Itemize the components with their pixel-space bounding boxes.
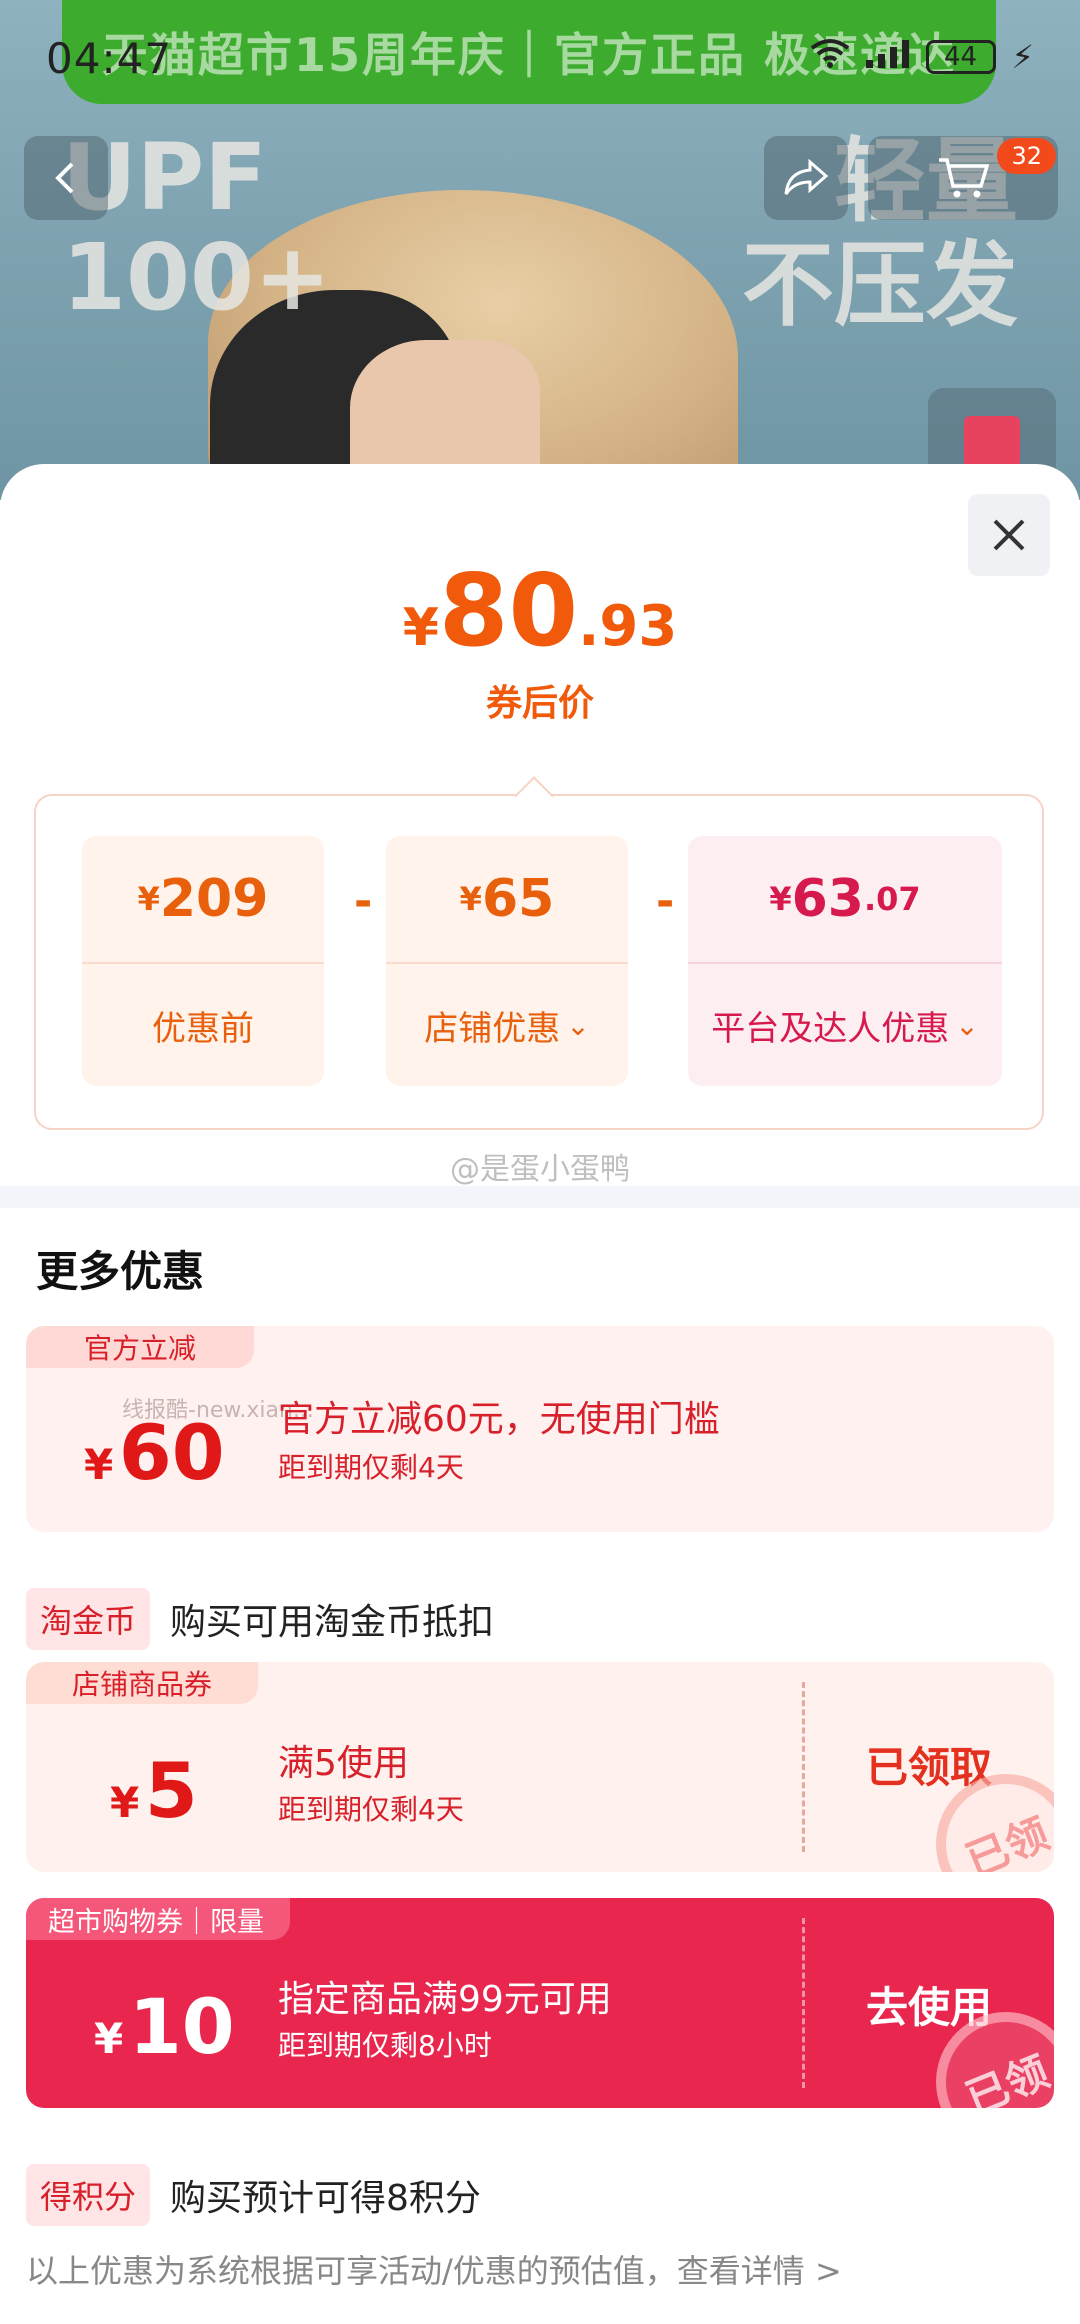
chevron-down-icon: ⌄ [566,1008,590,1042]
chevron-down-icon: ⌄ [955,1008,979,1042]
market-coupon: 超市购物券｜限量 ¥ 10 指定商品满99元可用 距到期仅剩8小时 去使用 已领 [26,1898,1054,2108]
coupon-amount: ¥ 10 [94,1982,235,2071]
original-price-card: ¥209 优惠前 [82,836,324,1086]
coupon-tag: 官方立减 [26,1326,255,1368]
share-icon [784,158,829,195]
coupon-expiry: 距到期仅剩4天 [278,1793,464,1826]
weibo-watermark: @是蛋小蛋鸭 [450,1152,630,1187]
platform-discount-value: 63 [791,869,864,929]
final-price-int: 80 [438,552,579,669]
coupon-desc: 满5使用 [278,1743,409,1784]
breakdown-notch [514,776,554,816]
final-price-label: 券后价 [485,683,594,724]
coupon-amount: ¥ 60 [84,1408,225,1497]
coupon-tag: 超市购物券｜限量 [26,1898,290,1940]
hero-text-no-press: 不压发 [741,232,1018,339]
coupon-expiry: 距到期仅剩8小时 [278,2029,492,2062]
charging-icon: ⚡ [1011,38,1034,76]
cart-icon [939,158,989,198]
status-time: 04:47 [46,34,173,83]
battery-icon: 44 [925,40,996,74]
minus-sign: - [656,876,675,927]
coupon-separator [802,1918,805,2088]
store-discount-value: 65 [481,869,555,929]
taojinbi-text: 购买可用淘金币抵扣 [170,1602,495,1643]
minus-sign: - [354,876,373,927]
coupon-amount: ¥ 5 [110,1746,198,1835]
store-coupon: 店铺商品券 ¥ 5 满5使用 距到期仅剩4天 已领取 已领 [26,1662,1054,1872]
wifi-icon [810,38,850,76]
share-button[interactable] [764,136,848,220]
discount-sheet: ¥80.93 券后价 ¥209 优惠前 - ¥65 店铺优惠 ⌄ - ¥63.07… [0,464,1080,2324]
cart-count-badge: 32 [997,138,1056,174]
taojinbi-badge: 淘金币 [26,1588,151,1650]
taojinbi-row: 淘金币 购买可用淘金币抵扣 [26,1588,494,1650]
coupon-expiry: 距到期仅剩4天 [278,1451,464,1484]
currency-symbol: ¥ [402,598,439,658]
more-offers-title: 更多优惠 [36,1247,205,1296]
section-divider [0,1186,1080,1208]
coupon-tag: 店铺商品券 [26,1662,259,1704]
platform-discount-card[interactable]: ¥63.07 平台及达人优惠 ⌄ [688,836,1002,1086]
points-badge: 得积分 [26,2164,151,2226]
coupon-separator [802,1682,805,1852]
final-price-dec: .93 [578,594,678,659]
platform-discount-label: 平台及达人优惠 [711,1008,950,1049]
store-discount-label: 店铺优惠 [424,1008,561,1049]
store-discount-card[interactable]: ¥65 店铺优惠 ⌄ [386,836,628,1086]
price-breakdown: ¥209 优惠前 - ¥65 店铺优惠 ⌄ - ¥63.07 平台及达人优惠 ⌄ [34,776,1044,1130]
close-icon [993,519,1025,551]
chevron-left-icon [55,162,74,194]
points-text: 购买预计可得8积分 [170,2178,481,2219]
hero-text-100: 100+ [62,224,332,331]
points-row: 得积分 购买预计可得8积分 [26,2164,481,2226]
final-price: ¥80.93 [0,552,1080,669]
status-icons: 44 ⚡ [810,38,1034,76]
original-price-label: 优惠前 [152,1008,254,1049]
back-button[interactable] [24,136,108,220]
coupon-desc: 指定商品满99元可用 [278,1979,612,2020]
original-price: 209 [159,869,269,929]
official-discount-coupon: 官方立减 线报酷-new.xian... ¥ 60 官方立减60元，无使用门槛 … [26,1326,1054,1532]
coupon-desc: 官方立减60元，无使用门槛 [278,1399,720,1440]
view-details-link[interactable]: 以上优惠为系统根据可享活动/优惠的预估值，查看详情 > [26,2246,842,2292]
product-image: UPF 100+ 轻量 不压发 天猫超市15周年庆｜官方正品 极速递达 04:4… [0,0,1080,500]
signal-icon [865,38,910,76]
bar-chart-icon [964,416,1020,468]
